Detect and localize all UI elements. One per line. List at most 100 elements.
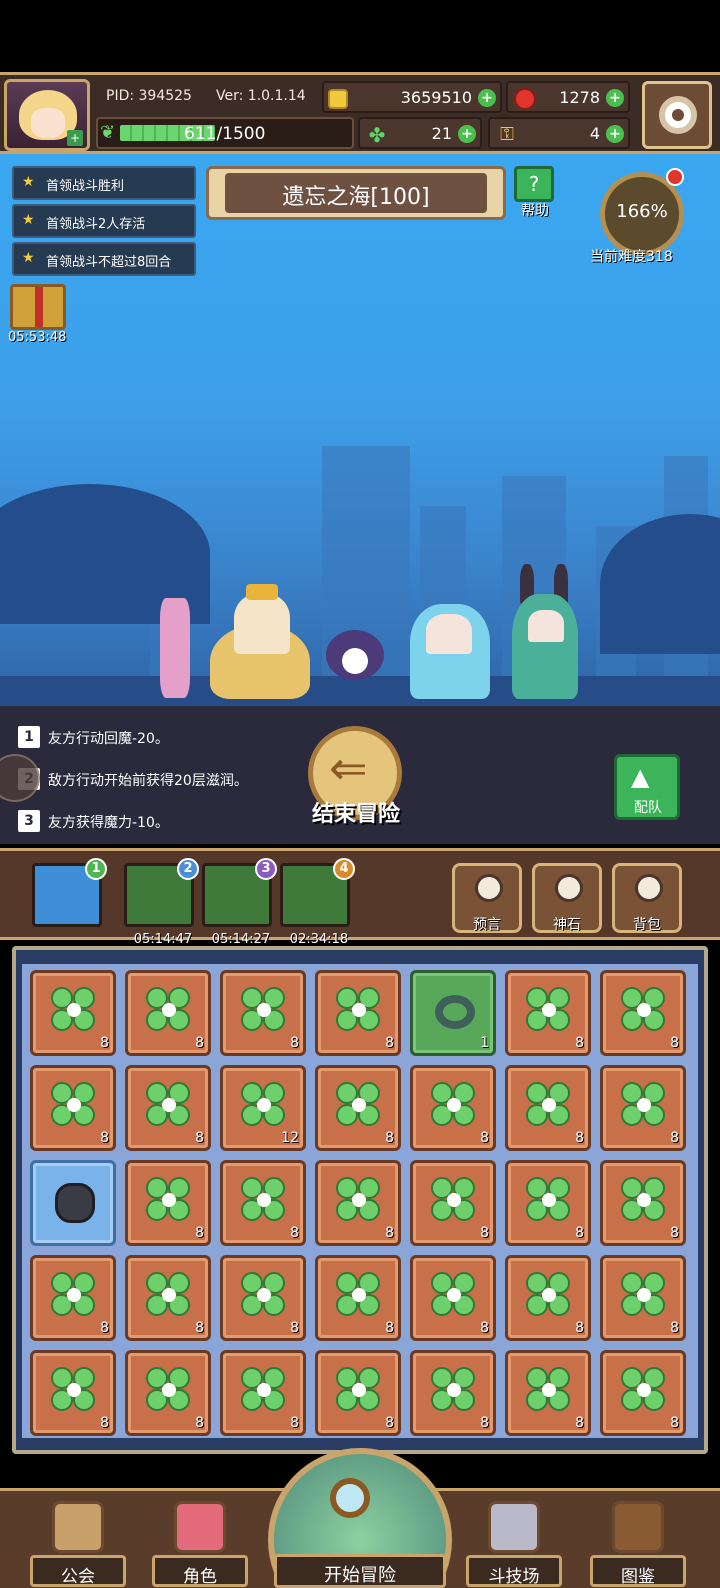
- nav-start-label: 开始冒险: [324, 1565, 396, 1586]
- inventory-cell-clover[interactable]: 8: [505, 1160, 591, 1246]
- clover-icon: [51, 987, 97, 1033]
- slot-toolbar: 1 2 05:14:47 3 05:14:27 4 02:34:18 预言 神石…: [0, 848, 720, 947]
- difficulty-label: 当前难度318: [590, 249, 673, 265]
- inventory-cell-clover[interactable]: 12: [220, 1065, 306, 1151]
- divine-stone-button[interactable]: 神石: [532, 863, 602, 933]
- item-count: 8: [290, 1035, 299, 1051]
- quest-item[interactable]: ★ 首领战斗2人存活: [12, 204, 196, 238]
- item-count: 8: [480, 1130, 489, 1146]
- crossed-swords-icon: [488, 1501, 540, 1553]
- clover-icon: [146, 1177, 192, 1223]
- avatar-plus-icon: +: [67, 130, 83, 146]
- inventory-cell-clover[interactable]: 8: [30, 970, 116, 1056]
- nav-label-box: 斗技场: [466, 1555, 562, 1587]
- add-gold-button[interactable]: +: [478, 89, 496, 107]
- inventory-cell-clover[interactable]: 8: [125, 1350, 211, 1436]
- inventory-cell-clover[interactable]: 8: [315, 970, 401, 1056]
- inventory-cell-clover[interactable]: 8: [410, 1255, 496, 1341]
- inventory-cell-clover[interactable]: 8: [220, 1160, 306, 1246]
- inventory-cell-clover[interactable]: 8: [125, 1065, 211, 1151]
- inventory-cell-clover[interactable]: 8: [220, 1255, 306, 1341]
- backpack-button[interactable]: 背包: [612, 863, 682, 933]
- pearl-shell[interactable]: [320, 624, 390, 699]
- item-count: 8: [100, 1415, 109, 1431]
- inventory-cell-clover[interactable]: 8: [410, 1065, 496, 1151]
- player-avatar[interactable]: +: [4, 79, 90, 151]
- inventory-cell-creature[interactable]: [30, 1160, 116, 1246]
- nav-arena[interactable]: 斗技场: [466, 1501, 562, 1587]
- queen-character[interactable]: [210, 584, 310, 699]
- clover-icon: [431, 1272, 477, 1318]
- inventory-cell-clover[interactable]: 8: [315, 1350, 401, 1436]
- energy-bar: ❦ 611/1500: [96, 117, 354, 149]
- star-icon: ★: [22, 212, 35, 228]
- inventory-cell-ring[interactable]: 1: [410, 970, 496, 1056]
- inventory-cell-clover[interactable]: 8: [600, 1065, 686, 1151]
- inventory-cell-clover[interactable]: 8: [505, 1065, 591, 1151]
- add-key-button[interactable]: +: [606, 125, 624, 143]
- clover-icon: [241, 1082, 287, 1128]
- inventory-cell-clover[interactable]: 8: [600, 1255, 686, 1341]
- clover-icon: [431, 1082, 477, 1128]
- inventory-cell-clover[interactable]: 8: [30, 1065, 116, 1151]
- item-count: 8: [195, 1415, 204, 1431]
- item-count: 8: [290, 1415, 299, 1431]
- nav-character-label: 角色: [183, 1567, 217, 1587]
- nav-arena-label: 斗技场: [488, 1567, 540, 1587]
- inventory-cell-clover[interactable]: 8: [125, 1160, 211, 1246]
- backpack-label: 背包: [633, 917, 661, 933]
- quest-item[interactable]: ★ 首领战斗胜利: [12, 166, 196, 200]
- nav-guild-label: 公会: [61, 1567, 95, 1587]
- gift-box-icon[interactable]: [10, 284, 66, 330]
- item-count: 8: [100, 1035, 109, 1051]
- nav-codex[interactable]: 图鉴: [590, 1501, 686, 1587]
- bunny-girl-character[interactable]: [506, 564, 602, 699]
- nav-label-box: 公会: [30, 1555, 126, 1587]
- end-adventure-button[interactable]: 结束冒险: [296, 726, 416, 830]
- item-count: 8: [575, 1320, 584, 1336]
- inventory-cell-clover[interactable]: 8: [315, 1065, 401, 1151]
- inventory-cell-clover[interactable]: 8: [410, 1160, 496, 1246]
- add-clover-button[interactable]: +: [458, 125, 476, 143]
- log-number: 3: [18, 810, 40, 832]
- gem-value: 1278: [559, 88, 600, 107]
- inventory-cell-clover[interactable]: 8: [315, 1160, 401, 1246]
- slot-2[interactable]: 2 05:14:47: [124, 858, 199, 947]
- inventory-cell-clover[interactable]: 8: [220, 970, 306, 1056]
- quest-item[interactable]: ★ 首领战斗不超过8回合: [12, 242, 196, 276]
- team-setup-button[interactable]: ▲ 配队: [614, 754, 680, 820]
- nav-guild[interactable]: 公会: [30, 1501, 126, 1587]
- inventory-cell-clover[interactable]: 8: [30, 1350, 116, 1436]
- settings-button[interactable]: [642, 81, 712, 149]
- inventory-cell-clover[interactable]: 8: [600, 970, 686, 1056]
- item-count: 8: [575, 1415, 584, 1431]
- slot-3[interactable]: 3 05:14:27: [202, 858, 277, 947]
- inventory-cell-clover[interactable]: 8: [125, 970, 211, 1056]
- slot-1[interactable]: 1: [32, 858, 107, 927]
- difficulty-gauge[interactable]: 166% 当前难度318: [590, 162, 706, 272]
- slot-4[interactable]: 4 02:34:18: [280, 858, 355, 947]
- inventory-cell-clover[interactable]: 8: [505, 1350, 591, 1436]
- nav-start-adventure[interactable]: 开始冒险: [268, 1448, 452, 1588]
- clover-icon: [621, 1367, 667, 1413]
- inventory-cell-clover[interactable]: 8: [505, 970, 591, 1056]
- inventory-cell-clover[interactable]: 8: [505, 1255, 591, 1341]
- nav-character[interactable]: 角色: [152, 1501, 248, 1587]
- ice-maiden-character[interactable]: [404, 584, 494, 699]
- item-count: 8: [290, 1225, 299, 1241]
- book-icon: [612, 1501, 664, 1553]
- coin-icon: [328, 89, 348, 109]
- help-button[interactable]: ? 帮助: [510, 166, 560, 220]
- inventory-cell-clover[interactable]: 8: [600, 1350, 686, 1436]
- inventory-cell-clover[interactable]: 8: [220, 1350, 306, 1436]
- item-count: 8: [290, 1320, 299, 1336]
- inventory-cell-clover[interactable]: 8: [125, 1255, 211, 1341]
- guild-building-icon: [52, 1501, 104, 1553]
- prophecy-button[interactable]: 预言: [452, 863, 522, 933]
- clover-icon: [146, 987, 192, 1033]
- inventory-cell-clover[interactable]: 8: [30, 1255, 116, 1341]
- inventory-cell-clover[interactable]: 8: [600, 1160, 686, 1246]
- add-gem-button[interactable]: +: [606, 89, 624, 107]
- inventory-cell-clover[interactable]: 8: [315, 1255, 401, 1341]
- inventory-cell-clover[interactable]: 8: [410, 1350, 496, 1436]
